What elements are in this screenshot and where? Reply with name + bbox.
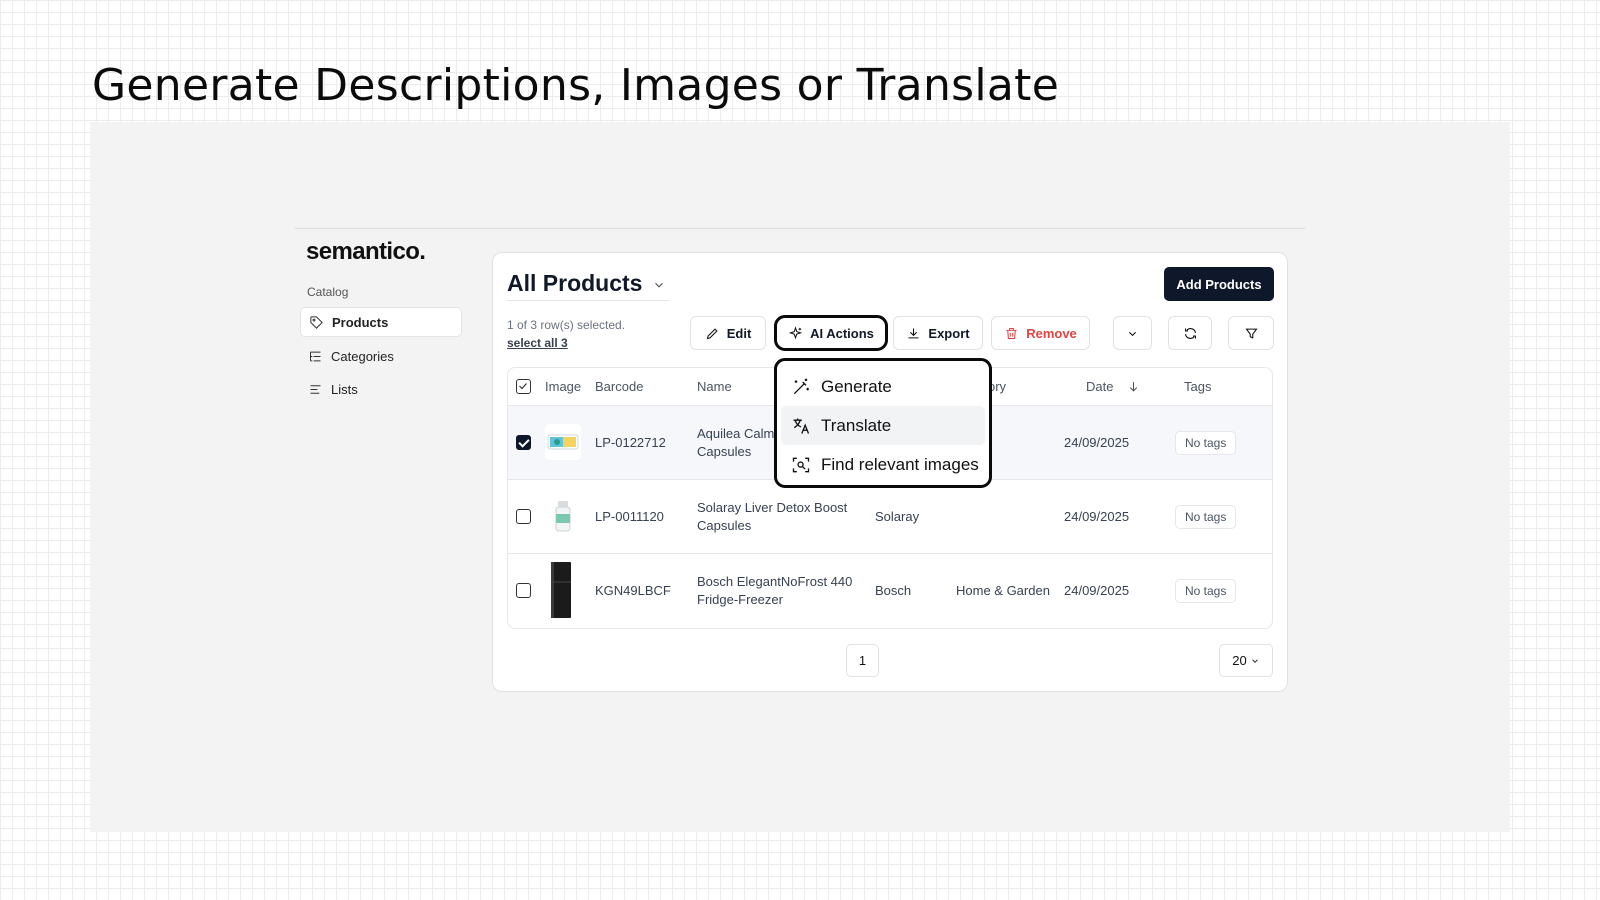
row-checkbox[interactable] <box>516 509 531 524</box>
remove-label: Remove <box>1026 325 1077 341</box>
name-line-2: Fridge-Freezer <box>697 592 783 607</box>
chevron-down-icon[interactable] <box>652 278 666 292</box>
list-tree-icon <box>310 351 321 361</box>
page-title: All Products <box>507 270 643 296</box>
column-header-date[interactable]: Date <box>1086 379 1140 394</box>
tags-badge: No tags <box>1175 579 1237 603</box>
row-checkbox[interactable] <box>516 583 531 598</box>
table-row[interactable]: KGN49LBCF Bosch ElegantNoFrost 440 Fridg… <box>508 554 1272 628</box>
refresh-icon <box>1184 327 1196 339</box>
ai-actions-label: AI Actions <box>810 325 874 341</box>
name-cell: Bosch ElegantNoFrost 440 Fridge-Freezer <box>697 573 852 609</box>
name-line-1: Bosch ElegantNoFrost 440 <box>697 574 853 589</box>
chevron-down-icon <box>1251 658 1258 663</box>
list-icon <box>310 384 321 394</box>
trash-icon <box>1006 327 1017 339</box>
sidebar-item-label: Lists <box>331 381 358 397</box>
menu-item-label: Generate <box>821 376 892 396</box>
name-line-1: Aquilea Calm <box>697 426 775 441</box>
add-products-button[interactable]: Add Products <box>1164 267 1274 301</box>
name-line-1: Solaray Liver Detox Boost <box>697 500 848 515</box>
remove-button[interactable]: Remove <box>991 316 1090 350</box>
sidebar-item-lists[interactable]: Lists <box>300 374 462 404</box>
column-header-name[interactable]: Name <box>697 379 732 394</box>
barcode-cell: KGN49LBCF <box>595 583 671 598</box>
page-headline: Generate Descriptions, Images or Transla… <box>92 60 1060 111</box>
edit-button[interactable]: Edit <box>690 316 766 350</box>
column-header-tags: Tags <box>1184 379 1212 394</box>
divider <box>295 228 1305 229</box>
chevron-down-icon <box>1128 331 1137 336</box>
column-header-image: Image <box>545 379 582 394</box>
menu-item-generate[interactable]: Generate <box>781 367 985 406</box>
name-line-2: Capsules <box>697 518 752 533</box>
filter-button[interactable] <box>1228 316 1274 350</box>
edit-label: Edit <box>726 325 752 341</box>
magic-wand-icon <box>793 378 809 394</box>
menu-item-label: Find relevant images <box>821 454 979 474</box>
name-line-2: Capsules <box>697 444 752 459</box>
date-cell: 24/09/2025 <box>1064 435 1130 450</box>
barcode-cell: LP-0011120 <box>595 509 664 524</box>
tag-icon <box>310 315 323 329</box>
name-cell: Solaray Liver Detox Boost Capsules <box>697 499 847 535</box>
sidebar-item-products[interactable]: Products <box>300 307 462 337</box>
menu-item-translate[interactable]: Translate <box>781 406 985 445</box>
category-cell: Home & Garden <box>956 583 1050 598</box>
sparkles-icon <box>788 325 803 340</box>
row-checkbox[interactable] <box>516 435 531 450</box>
rows-per-page-select[interactable]: 20 <box>1219 644 1273 677</box>
pencil-icon <box>706 327 718 339</box>
image-search-icon <box>792 457 810 472</box>
sidebar-section-label: Catalog <box>307 285 349 299</box>
date-cell: 24/09/2025 <box>1064 509 1130 524</box>
more-options-button[interactable] <box>1113 316 1152 350</box>
title-divider <box>507 300 669 301</box>
ai-actions-menu: Generate Translate Find relevant images <box>774 358 992 488</box>
brand-logo: semantico. <box>306 238 426 265</box>
date-cell: 24/09/2025 <box>1064 583 1130 598</box>
export-label: Export <box>928 325 970 341</box>
sidebar-item-categories[interactable]: Categories <box>300 341 462 371</box>
column-header-barcode[interactable]: Barcode <box>595 379 643 394</box>
tags-badge: No tags <box>1175 431 1237 455</box>
ai-actions-button[interactable]: AI Actions <box>774 315 888 351</box>
refresh-button[interactable] <box>1168 316 1212 350</box>
product-image <box>545 424 581 460</box>
translate-icon <box>793 418 810 434</box>
name-cell: Aquilea Calm Capsules <box>697 425 774 461</box>
check-icon <box>519 383 527 390</box>
menu-item-label: Translate <box>821 415 892 435</box>
table-row[interactable]: LP-0011120 Solaray Liver Detox Boost Cap… <box>508 480 1272 554</box>
product-image <box>545 498 581 534</box>
filter-icon <box>1244 328 1258 339</box>
arrow-down-icon <box>1129 382 1138 392</box>
sidebar-item-label: Categories <box>331 348 394 364</box>
selection-status: 1 of 3 row(s) selected. <box>507 318 626 332</box>
brand-cell: Bosch <box>875 583 912 598</box>
select-all-link[interactable]: select all 3 <box>507 336 568 350</box>
barcode-cell: LP-0122712 <box>595 435 666 450</box>
date-header-label: Date <box>1086 379 1114 394</box>
tags-badge: No tags <box>1175 505 1237 529</box>
brand-cell: Solaray <box>875 509 920 524</box>
download-icon <box>908 328 919 338</box>
sidebar-item-label: Products <box>332 314 389 330</box>
rows-per-page-value: 20 <box>1232 653 1247 668</box>
select-all-checkbox[interactable] <box>516 379 531 394</box>
export-button[interactable]: Export <box>893 316 983 350</box>
page-button-current[interactable]: 1 <box>846 644 879 677</box>
menu-item-find-images[interactable]: Find relevant images <box>781 445 985 484</box>
product-image <box>545 560 575 620</box>
